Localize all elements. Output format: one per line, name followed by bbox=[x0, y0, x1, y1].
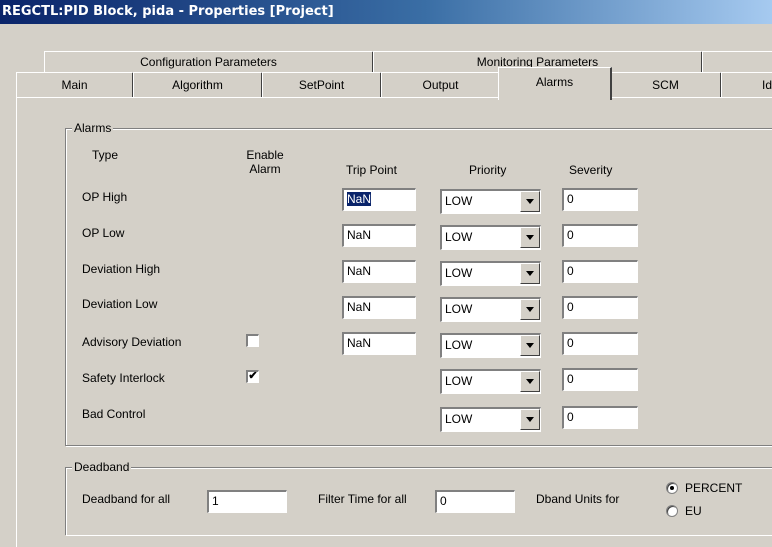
alarm-type-label: OP Low bbox=[82, 226, 125, 240]
eu-radio-label[interactable]: EU bbox=[685, 504, 702, 518]
priority-select[interactable]: LOW bbox=[440, 189, 541, 214]
tab-main[interactable]: Main bbox=[16, 72, 134, 98]
header-enable: Enable Alarm bbox=[235, 148, 295, 176]
priority-select[interactable]: LOW bbox=[440, 297, 541, 322]
deadband-input[interactable]: 1 bbox=[207, 490, 287, 513]
priority-value: LOW bbox=[445, 374, 473, 388]
severity-input[interactable]: 0 bbox=[562, 368, 638, 391]
header-enable-line1: Enable bbox=[246, 148, 284, 162]
trip-point-input[interactable]: NaN bbox=[342, 188, 416, 211]
checkmark-icon: ✔ bbox=[248, 370, 258, 382]
tab-label: Configuration Parameters bbox=[140, 55, 277, 69]
header-type: Type bbox=[92, 148, 119, 162]
advisory-deviation-enable-checkbox[interactable] bbox=[246, 334, 259, 347]
chevron-down-icon bbox=[526, 235, 534, 240]
tab-label: Alarms bbox=[535, 75, 574, 89]
priority-value: LOW bbox=[445, 266, 473, 280]
alarms-group-label: Alarms bbox=[72, 121, 114, 135]
percent-radio-label[interactable]: PERCENT bbox=[685, 481, 742, 495]
chevron-down-icon bbox=[526, 343, 534, 348]
priority-value: LOW bbox=[445, 302, 473, 316]
severity-input[interactable]: 0 bbox=[562, 296, 638, 319]
tab-label: SCM bbox=[652, 78, 679, 92]
tab-output[interactable]: Output bbox=[381, 72, 501, 98]
tab-label: Algorithm bbox=[172, 78, 223, 92]
tab-ide[interactable]: Ide bbox=[721, 72, 772, 98]
chevron-down-icon bbox=[526, 271, 534, 276]
tab-setpoint[interactable]: SetPoint bbox=[262, 72, 382, 98]
tab-algorithm[interactable]: Algorithm bbox=[133, 72, 263, 98]
dropdown-button[interactable] bbox=[520, 371, 540, 392]
chevron-down-icon bbox=[526, 199, 534, 204]
priority-select[interactable]: LOW bbox=[440, 407, 541, 432]
severity-input[interactable]: 0 bbox=[562, 224, 638, 247]
tab-configuration-parameters[interactable]: Configuration Parameters bbox=[44, 51, 374, 73]
deadband-label: Deadband for all bbox=[82, 492, 171, 506]
window-title: REGCTL:PID Block, pida - Properties [Pro… bbox=[2, 4, 334, 19]
header-enable-line2: Alarm bbox=[249, 162, 281, 176]
radio-selected-dot bbox=[670, 486, 674, 490]
alarm-type-label: Deviation High bbox=[82, 262, 161, 276]
deadband-group-label: Deadband bbox=[72, 460, 132, 474]
dropdown-button[interactable] bbox=[520, 299, 540, 320]
trip-point-input[interactable]: NaN bbox=[342, 296, 416, 319]
trip-point-input[interactable]: NaN bbox=[342, 260, 416, 283]
filter-time-input[interactable]: 0 bbox=[435, 490, 515, 513]
priority-value: LOW bbox=[445, 194, 473, 208]
priority-select[interactable]: LOW bbox=[440, 333, 541, 358]
safety-interlock-enable-checkbox[interactable]: ✔ bbox=[246, 370, 259, 383]
priority-value: LOW bbox=[445, 412, 473, 426]
tab-label: Ide bbox=[762, 78, 772, 92]
alarm-type-label: Bad Control bbox=[82, 407, 146, 421]
tab-scm[interactable]: SCM bbox=[610, 72, 722, 98]
alarms-group: Alarms bbox=[65, 121, 772, 446]
trip-point-value: NaN bbox=[347, 192, 372, 206]
severity-input[interactable]: 0 bbox=[562, 260, 638, 283]
deadband-group: Deadband bbox=[65, 460, 772, 535]
severity-input[interactable]: 0 bbox=[562, 188, 638, 211]
priority-select[interactable]: LOW bbox=[440, 225, 541, 250]
chevron-down-icon bbox=[526, 417, 534, 422]
header-severity: Severity bbox=[569, 163, 613, 177]
header-trip-point: Trip Point bbox=[346, 163, 397, 177]
dropdown-button[interactable] bbox=[520, 227, 540, 248]
dropdown-button[interactable] bbox=[520, 335, 540, 356]
alarm-type-label: Safety Interlock bbox=[82, 371, 165, 385]
eu-radio[interactable] bbox=[666, 505, 678, 517]
chevron-down-icon bbox=[526, 307, 534, 312]
filter-time-label: Filter Time for all bbox=[318, 492, 407, 506]
trip-point-input[interactable]: NaN bbox=[342, 332, 416, 355]
dropdown-button[interactable] bbox=[520, 263, 540, 284]
tab-back-overflow[interactable] bbox=[702, 51, 772, 73]
priority-value: LOW bbox=[445, 230, 473, 244]
dropdown-button[interactable] bbox=[520, 191, 540, 212]
alarm-type-label: Advisory Deviation bbox=[82, 335, 182, 349]
header-priority: Priority bbox=[469, 163, 507, 177]
trip-point-input[interactable]: NaN bbox=[342, 224, 416, 247]
chevron-down-icon bbox=[526, 379, 534, 384]
severity-input[interactable]: 0 bbox=[562, 406, 638, 429]
alarm-type-label: OP High bbox=[82, 190, 128, 204]
priority-select[interactable]: LOW bbox=[440, 369, 541, 394]
priority-select[interactable]: LOW bbox=[440, 261, 541, 286]
tab-label: SetPoint bbox=[298, 78, 345, 92]
window-title-bar[interactable]: REGCTL:PID Block, pida - Properties [Pro… bbox=[0, 0, 772, 24]
percent-radio[interactable] bbox=[666, 482, 678, 494]
tab-label: Main bbox=[61, 78, 88, 92]
dband-units-label: Dband Units for bbox=[536, 492, 620, 506]
priority-value: LOW bbox=[445, 338, 473, 352]
tab-alarms[interactable]: Alarms bbox=[498, 67, 612, 100]
tab-label: Output bbox=[422, 78, 459, 92]
severity-input[interactable]: 0 bbox=[562, 332, 638, 355]
alarm-type-label: Deviation Low bbox=[82, 297, 158, 311]
dropdown-button[interactable] bbox=[520, 409, 540, 430]
